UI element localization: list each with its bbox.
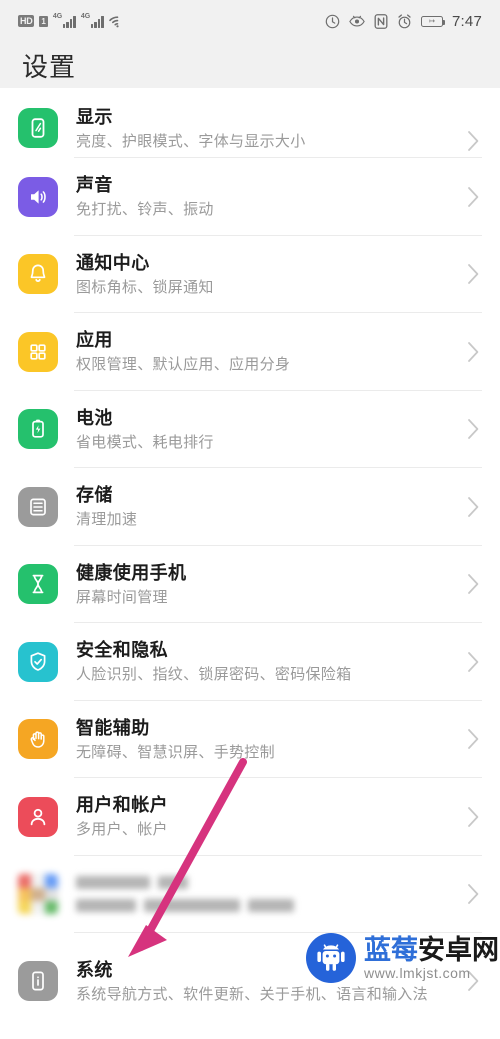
chevron-right-icon: [467, 806, 480, 828]
settings-row-title: 声音: [76, 175, 113, 196]
battery-icon: ↦: [421, 15, 446, 27]
settings-row-text: [76, 876, 459, 913]
settings-row-notification-center[interactable]: 通知中心 图标角标、锁屏通知: [0, 236, 500, 313]
redacted-subtitle: [76, 899, 459, 913]
settings-row-apps[interactable]: 应用 权限管理、默认应用、应用分身: [0, 313, 500, 391]
battery-icon: [18, 409, 58, 450]
apps-grid-icon: [18, 331, 58, 372]
settings-row-text: 用户和帐户 多用户、帐户: [76, 793, 459, 840]
settings-row-subtitle: 屏幕时间管理: [76, 588, 168, 606]
status-bar-right: ↦ 7:47: [325, 13, 482, 30]
settings-row-text: 通知中心 图标角标、锁屏通知: [76, 251, 459, 298]
chevron-right-icon: [467, 418, 480, 440]
settings-row-subtitle: 图标角标、锁屏通知: [76, 278, 214, 296]
settings-row-blurred[interactable]: [0, 856, 500, 933]
settings-row-digital-balance[interactable]: 健康使用手机 屏幕时间管理: [0, 546, 500, 623]
settings-row-subtitle: 系统导航方式、软件更新、关于手机、语言和输入法: [76, 985, 428, 1003]
settings-screen: HD 1 4G 4G ↦ 7:47 设置 显示 亮度、护眼模式、字体与显示大小 …: [0, 0, 500, 1039]
chevron-right-icon: [467, 130, 480, 152]
settings-row-subtitle: 免打扰、铃声、振动: [76, 201, 214, 219]
watermark-site-name: 蓝莓安卓网: [364, 934, 499, 965]
chevron-right-icon: [467, 496, 480, 518]
settings-row-title: 用户和帐户: [76, 795, 168, 816]
chevron-right-icon: [467, 186, 480, 208]
watermark-url: www.lmkjst.com: [364, 964, 471, 981]
settings-row-text: 安全和隐私 人脸识别、指纹、锁屏密码、密码保险箱: [76, 638, 459, 685]
sim-badge-icon: 1: [39, 15, 48, 27]
system-info-icon: [18, 961, 58, 1001]
settings-row-text: 显示 亮度、护眼模式、字体与显示大小: [76, 105, 459, 152]
settings-row-text: 声音 免打扰、铃声、振动: [76, 173, 459, 220]
settings-row-users-accounts[interactable]: 用户和帐户 多用户、帐户: [0, 778, 500, 856]
chevron-right-icon: [467, 883, 480, 905]
watermark-site-name-blue: 蓝莓: [364, 934, 418, 965]
settings-row-text: 智能辅助 无障碍、智慧识屏、手势控制: [76, 716, 459, 763]
hourglass-icon: [18, 564, 58, 605]
chevron-right-icon: [467, 728, 480, 750]
status-bar-left: HD 1 4G 4G: [18, 13, 126, 28]
watermark: 蓝莓安卓网 www.lmkjst.com: [306, 933, 499, 983]
alarm-icon: [397, 13, 412, 29]
settings-list: 显示 亮度、护眼模式、字体与显示大小 声音 免打扰、铃声、振动 通知中心 图标角…: [0, 88, 500, 1039]
settings-row-title: 安全和隐私: [76, 640, 168, 661]
settings-row-security-privacy[interactable]: 安全和隐私 人脸识别、指纹、锁屏密码、密码保险箱: [0, 623, 500, 701]
chevron-right-icon: [467, 573, 480, 595]
settings-row-display[interactable]: 显示 亮度、护眼模式、字体与显示大小: [0, 88, 500, 158]
signal-bars-2-icon: 4G: [80, 13, 104, 28]
settings-row-title: 通知中心: [76, 252, 150, 273]
google-multicolor-icon: [18, 874, 58, 915]
settings-row-title: 智能辅助: [76, 717, 150, 738]
clock-time: 7:47: [452, 12, 482, 30]
hand-icon: [18, 719, 58, 760]
settings-row-title: 显示: [76, 107, 113, 127]
settings-row-sound[interactable]: 声音 免打扰、铃声、振动: [0, 158, 500, 236]
display-icon: [18, 108, 58, 148]
chevron-right-icon: [467, 341, 480, 363]
page-title-bar: 设置: [0, 42, 500, 88]
settings-row-title: 电池: [76, 407, 113, 428]
android-robot-icon: [306, 933, 356, 983]
page-title: 设置: [22, 51, 77, 82]
nfc-icon: [374, 13, 388, 29]
hd-badge-icon: HD: [18, 15, 35, 27]
shield-check-icon: [18, 641, 58, 682]
settings-row-storage[interactable]: 存储 清理加速: [0, 468, 500, 546]
settings-row-text: 存储 清理加速: [76, 483, 459, 530]
settings-row-subtitle: 无障碍、智慧识屏、手势控制: [76, 743, 275, 761]
signal-bars-1-icon: 4G: [52, 13, 76, 28]
settings-row-title: 应用: [76, 330, 113, 351]
bell-icon: [18, 254, 58, 295]
settings-row-text: 健康使用手机 屏幕时间管理: [76, 561, 459, 608]
settings-row-title: 健康使用手机: [76, 562, 187, 583]
watermark-site-name-dark: 安卓网: [418, 934, 499, 965]
storage-icon: [18, 486, 58, 527]
network-type-label-1: 4G: [52, 13, 63, 20]
status-bar: HD 1 4G 4G ↦ 7:47: [0, 0, 500, 42]
settings-row-text: 电池 省电模式、耗电排行: [76, 406, 459, 453]
settings-row-subtitle: 权限管理、默认应用、应用分身: [76, 356, 291, 374]
redacted-title: [76, 876, 459, 890]
wifi-icon: [109, 15, 126, 28]
sound-icon: [18, 176, 58, 217]
settings-row-subtitle: 人脸识别、指纹、锁屏密码、密码保险箱: [76, 666, 352, 684]
chevron-right-icon: [467, 263, 480, 285]
watermark-text: 蓝莓安卓网 www.lmkjst.com: [364, 934, 499, 981]
person-icon: [18, 796, 58, 837]
settings-row-subtitle: 省电模式、耗电排行: [76, 433, 214, 451]
data-saver-icon: [325, 14, 340, 29]
network-type-label-2: 4G: [80, 13, 91, 20]
settings-row-smart-assistance[interactable]: 智能辅助 无障碍、智慧识屏、手势控制: [0, 701, 500, 778]
settings-row-text: 应用 权限管理、默认应用、应用分身: [76, 328, 459, 375]
settings-row-subtitle: 清理加速: [76, 511, 138, 529]
eye-comfort-icon: [349, 15, 365, 28]
settings-row-subtitle: 多用户、帐户: [76, 821, 168, 839]
settings-row-subtitle: 亮度、护眼模式、字体与显示大小: [76, 133, 306, 150]
settings-row-title: 存储: [76, 485, 113, 506]
chevron-right-icon: [467, 651, 480, 673]
settings-row-battery[interactable]: 电池 省电模式、耗电排行: [0, 391, 500, 468]
battery-level-glyph: ↦: [429, 17, 435, 25]
